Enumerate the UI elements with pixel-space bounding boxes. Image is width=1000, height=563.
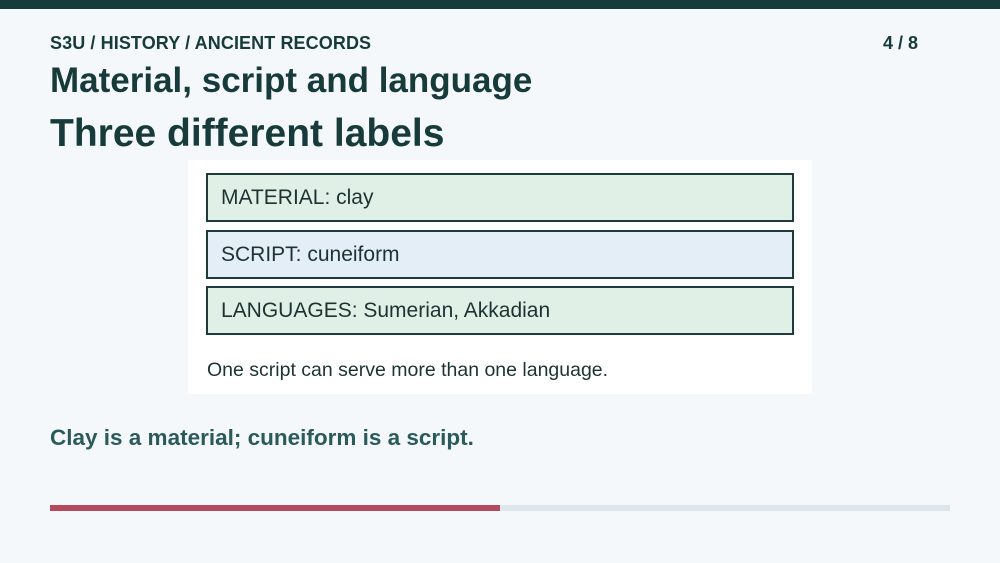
languages-label-box: LANGUAGES: Sumerian, Akkadian: [206, 286, 794, 335]
card-note: One script can serve more than one langu…: [207, 359, 609, 381]
script-label-box: SCRIPT: cuneiform: [206, 230, 794, 279]
progress-bar-fill: [50, 505, 500, 511]
page-counter: 4 / 8: [882, 33, 918, 53]
breadcrumb: S3U / HISTORY / ANCIENT RECORDS: [50, 33, 372, 53]
takeaway-text: Clay is a material; cuneiform is a scrip…: [50, 425, 474, 450]
top-bar: [0, 0, 1000, 9]
page-title: Material, script and language: [50, 61, 533, 100]
page-subtitle: Three different labels: [50, 112, 445, 155]
labels-card: MATERIAL: clay SCRIPT: cuneiform LANGUAG…: [188, 160, 812, 394]
material-label-box: MATERIAL: clay: [206, 173, 794, 222]
progress-bar: [50, 505, 950, 511]
